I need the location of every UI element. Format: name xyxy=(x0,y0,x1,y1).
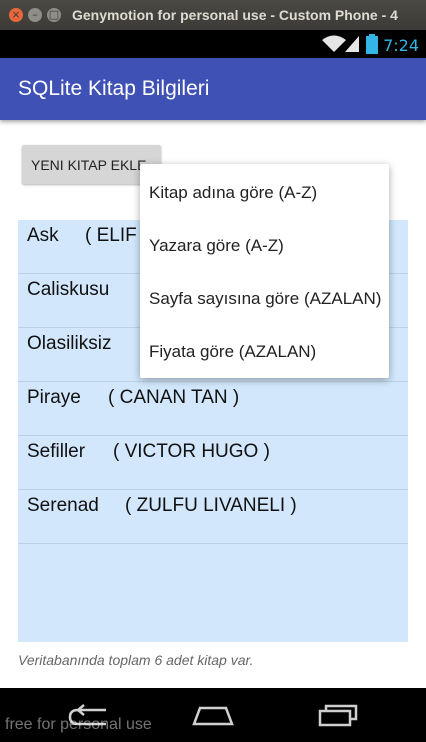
app-title: SQLite Kitap Bilgileri xyxy=(18,77,210,100)
menu-item-sort-by-author[interactable]: Yazara göre (A-Z) xyxy=(140,219,389,272)
list-item[interactable]: Piraye ( CANAN TAN ) xyxy=(18,382,408,436)
book-author: ( ZULFU LIVANELI ) xyxy=(125,495,297,516)
menu-item-sort-by-pages[interactable]: Sayfa sayısına göre (AZALAN) xyxy=(140,272,389,325)
book-author: ( ELIF xyxy=(85,225,137,246)
watermark-text: free for personal use xyxy=(5,716,152,733)
book-author: ( VICTOR HUGO ) xyxy=(113,441,270,462)
book-count-text: Veritabanında toplam 6 adet kitap var. xyxy=(18,652,254,668)
window-maximize-button[interactable]: □ xyxy=(47,8,61,22)
book-name: Caliskusu xyxy=(27,279,110,300)
home-icon[interactable] xyxy=(191,704,235,726)
window-title: Genymotion for personal use - Custom Pho… xyxy=(72,7,398,23)
book-name: Sefiller xyxy=(27,441,86,462)
status-bar: 7:24 xyxy=(0,30,426,58)
menu-item-sort-by-title[interactable]: Kitap adına göre (A-Z) xyxy=(140,166,389,219)
list-item[interactable]: Serenad ( ZULFU LIVANELI ) xyxy=(18,490,408,544)
book-name: Piraye xyxy=(27,387,81,408)
battery-icon xyxy=(366,34,378,54)
book-name: Serenad xyxy=(27,495,99,516)
book-name: Olasiliksiz xyxy=(27,333,112,354)
book-author: ( CANAN TAN ) xyxy=(108,387,240,408)
wifi-icon xyxy=(322,35,346,52)
list-item[interactable]: Sefiller ( VICTOR HUGO ) xyxy=(18,436,408,490)
signal-icon xyxy=(345,36,359,52)
recents-icon[interactable] xyxy=(318,703,358,727)
menu-item-sort-by-price[interactable]: Fiyata göre (AZALAN) xyxy=(140,325,389,378)
action-bar: SQLite Kitap Bilgileri xyxy=(0,58,426,120)
menu-item-label: Kitap adına göre (A-Z) xyxy=(149,183,318,202)
book-name: Ask xyxy=(27,225,59,246)
window-minimize-button[interactable]: – xyxy=(28,8,42,22)
status-clock: 7:24 xyxy=(383,36,419,55)
sort-menu: Kitap adına göre (A-Z) Yazara göre (A-Z)… xyxy=(140,164,389,378)
menu-item-label: Fiyata göre (AZALAN) xyxy=(149,342,317,361)
menu-item-label: Yazara göre (A-Z) xyxy=(149,236,284,255)
menu-item-label: Sayfa sayısına göre (AZALAN) xyxy=(149,289,382,308)
window-close-button[interactable]: × xyxy=(9,8,23,22)
window-titlebar: × – □ Genymotion for personal use - Cust… xyxy=(0,0,426,30)
